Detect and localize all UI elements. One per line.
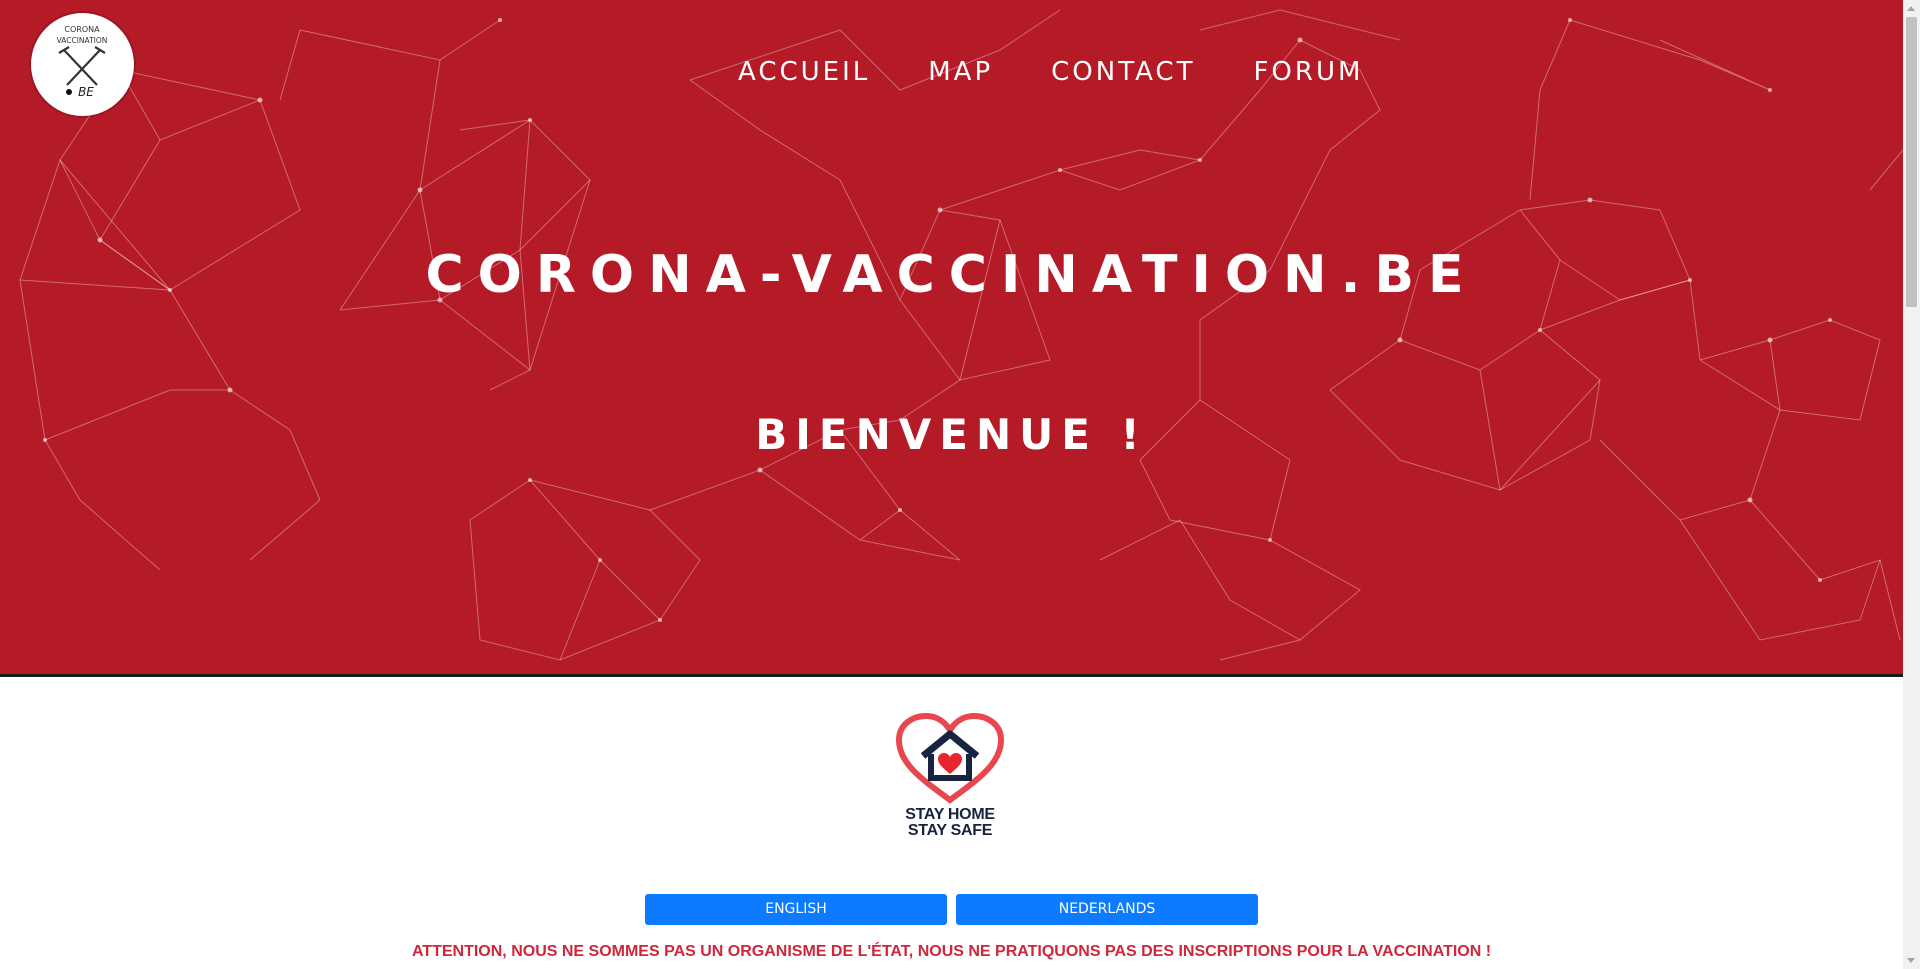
heart-house-icon xyxy=(895,712,1005,804)
scroll-down-arrow-icon[interactable] xyxy=(1907,958,1915,963)
scroll-up-arrow-icon[interactable] xyxy=(1907,6,1915,11)
logo-text-mid: VACCINATION xyxy=(57,36,108,45)
nav-link-contact[interactable]: CONTACT xyxy=(1051,52,1195,92)
nav-link-forum[interactable]: FORUM xyxy=(1253,52,1363,92)
logo-text-top: CORONA xyxy=(64,25,100,34)
logo-emblem-graphic: CORONA VACCINATION BE xyxy=(57,25,108,99)
logo-text-suffix: BE xyxy=(78,85,94,99)
stay-home-line: STAY HOME xyxy=(905,806,995,823)
stay-safe-line: STAY SAFE xyxy=(907,822,993,839)
site-title: CORONA-VACCINATION.BE xyxy=(425,245,1478,305)
network-background-graphic xyxy=(19,9,1903,661)
nav-link-accueil[interactable]: ACCUEIL xyxy=(738,52,870,92)
logo-dot xyxy=(66,89,72,95)
syringe-icon xyxy=(58,46,106,86)
disclaimer-notice: ATTENTION, NOUS NE SOMMES PAS UN ORGANIS… xyxy=(411,943,1492,960)
stay-home-caption: STAY HOME STAY SAFE xyxy=(893,807,1007,839)
main-navigation: ACCUEIL MAP CONTACT FORUM xyxy=(738,52,1421,92)
scrollbar-thumb[interactable] xyxy=(1906,17,1917,307)
page-scrollbar[interactable] xyxy=(1903,0,1920,969)
stay-home-badge: STAY HOME STAY SAFE xyxy=(893,712,1007,842)
english-language-button[interactable]: ENGLISH xyxy=(645,894,947,925)
hero-banner: CORONA VACCINATION BE ACCUEIL MAP CONTAC… xyxy=(0,0,1903,677)
page: CORONA VACCINATION BE ACCUEIL MAP CONTAC… xyxy=(0,0,1920,969)
site-logo[interactable]: CORONA VACCINATION BE xyxy=(31,13,134,116)
nav-link-map[interactable]: MAP xyxy=(928,52,993,92)
dutch-language-button[interactable]: NEDERLANDS xyxy=(956,894,1258,925)
welcome-heading: BIENVENUE ! xyxy=(755,410,1148,459)
